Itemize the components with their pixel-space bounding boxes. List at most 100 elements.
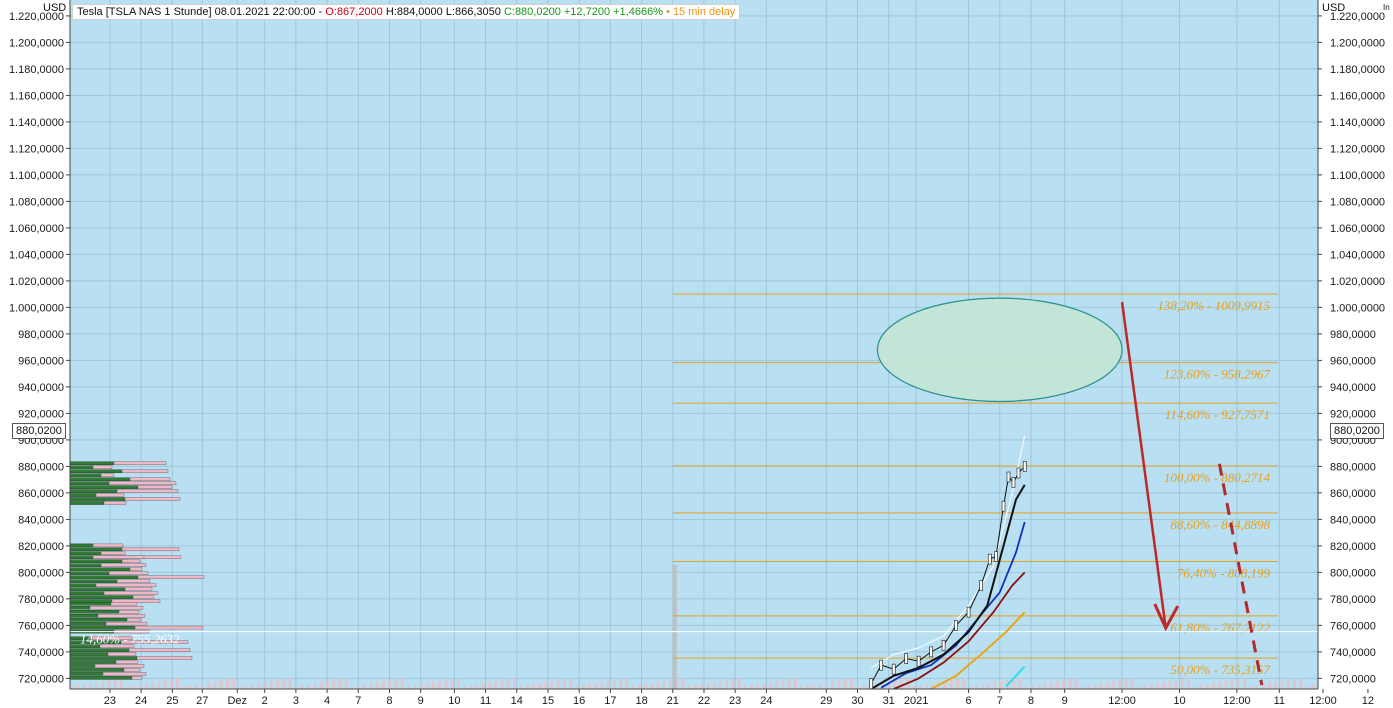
volume-bar [1168,681,1172,689]
volume-bar [1211,683,1215,689]
volume-bar [619,679,623,689]
x-tick-label: 11 [1274,695,1285,707]
volume-bar [338,679,342,689]
fib-label: 88,60% - 844,8898 [1170,517,1270,532]
y-tick-label: 840,0000 [1330,514,1376,526]
unit-left: USD [43,2,67,14]
volume-bar [1199,685,1203,689]
x-tick-label: 9 [1062,695,1068,707]
x-tick-label: 29 [820,695,832,707]
volume-bar [481,683,485,689]
volume-bar [1274,682,1278,689]
volume-profile-bar [69,571,110,575]
volume-bar [974,685,978,689]
volume-bar [413,685,417,689]
volume-bar [1037,684,1041,689]
volume-bar [993,682,997,689]
y-tick-label: 800,0000 [1330,567,1376,579]
volume-bar [194,684,198,689]
volume-bar [1243,678,1247,689]
volume-bar [1174,680,1178,689]
volume-bar [226,679,229,689]
volume-bar [76,685,80,689]
volume-bar [250,684,254,689]
y-tick-label: 880,0000 [1330,461,1376,473]
volume-profile-bar [69,551,102,556]
volume-bar [269,681,273,689]
volume-profile-bar [69,648,130,652]
y-tick-label: 1.020,0000 [9,276,64,288]
volume-bar [962,678,966,689]
volume-bar [1068,679,1072,689]
volume-profile-bar [69,660,117,664]
volume-bar [737,678,741,689]
volume-bar [1112,681,1116,689]
volume-bar [850,678,853,689]
volume-bar [712,682,716,689]
volume-bar [550,681,554,689]
fib-label: 114,60% - 927,7571 [1165,407,1270,422]
volume-bar [431,682,435,689]
y-tick-label: 720,0000 [18,673,64,685]
volume-bar [1055,681,1059,689]
candle [966,606,971,618]
x-tick-label: 2 [262,695,268,707]
volume-bar [169,679,173,689]
volume-bar [1149,684,1153,689]
target-zone-ellipse [876,297,1123,403]
volume-bar [1143,685,1147,689]
candle [904,653,908,664]
price-chart[interactable]: 138,20% - 1009,9915123,60% - 958,2967114… [0,0,1393,708]
x-tick-label: 31 [883,695,895,707]
y-tick-label: 880,0000 [18,461,64,473]
x-tick-label: 18 [635,695,647,707]
y-tick-label: 1.120,0000 [1330,143,1385,155]
ohlc-info-bar: Tesla [TSLA NAS 1 Stunde] 08.01.2021 22:… [72,4,741,20]
volume-profile-bar [69,469,123,473]
x-tick-label: 8 [1028,695,1034,707]
fib-label: 76,40% - 808,199 [1177,566,1271,581]
x-tick-label: 10 [1173,695,1185,707]
plot-area[interactable] [70,0,1318,689]
volume-bar [525,685,529,689]
volume-bar [363,684,367,689]
volume-bar [818,683,822,689]
volume-bar [1255,685,1259,689]
volume-bar [718,681,722,689]
volume-bar [843,679,847,689]
x-tick-label: 24 [760,695,772,707]
volume-profile-bar [69,613,99,618]
volume-bar [1218,682,1222,689]
volume-bar [731,679,735,689]
candle [1001,500,1006,512]
y-tick-label: 980,0000 [1330,329,1376,341]
volume-profile-bar [69,602,112,606]
volume-bar [375,682,379,689]
volume-bar [606,681,610,689]
y-tick-label: 1.040,0000 [1330,249,1385,261]
volume-bar [94,682,98,689]
volume-bar [531,684,535,689]
x-tick-label: 2021 [904,695,928,707]
y-tick-label: 960,0000 [18,355,64,367]
volume-bar [831,681,835,689]
volume-profile-bar [69,583,97,587]
x-tick-label: 22 [698,695,710,707]
y-tick-label: 860,0000 [18,488,64,500]
volume-bar [88,683,92,689]
fib-label: 61,80% - 767,2122 [1170,620,1270,635]
volume-profile-bar [69,473,102,477]
candle [879,659,884,671]
volume-bar [706,683,710,689]
volume-profile-bar [69,621,107,626]
volume-profile-bar [69,587,126,591]
volume-profile-bar [69,610,120,614]
volume-bar [1299,678,1303,689]
volume-profile-bar [69,547,123,552]
y-tick-label: 1.060,0000 [1330,223,1385,235]
close-change-value: C:880,0200 +12,7200 +1,4666% [503,6,663,18]
x-tick-label: 8 [386,695,392,707]
volume-profile-bar [69,477,131,481]
y-tick-label: 1.200,0000 [1330,37,1385,49]
x-tick-label: 12 [1362,695,1374,707]
